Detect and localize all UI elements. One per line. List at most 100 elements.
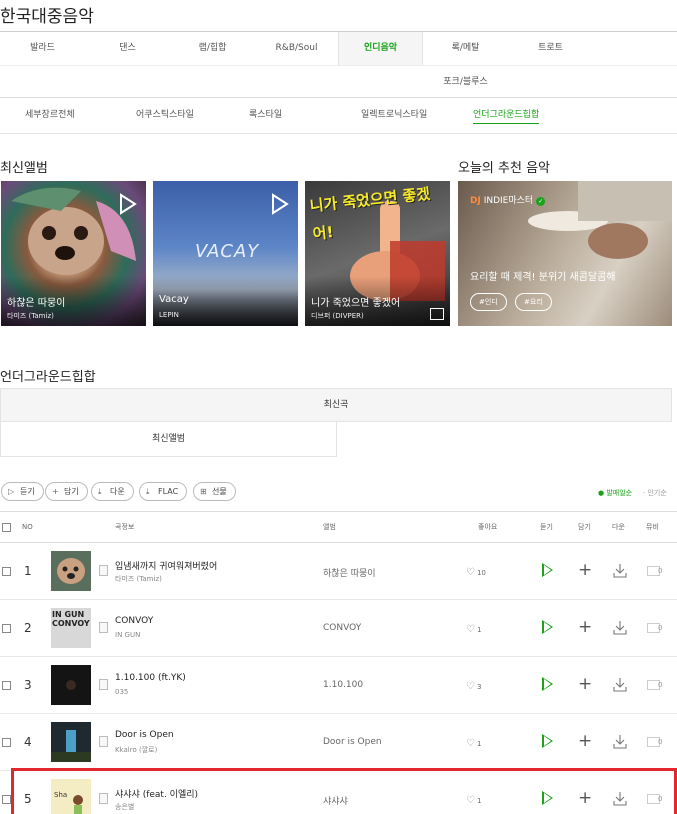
- sort-release[interactable]: ● 발매일순: [598, 488, 632, 498]
- album-name[interactable]: Vacay: [159, 294, 189, 305]
- tab-latest-albums[interactable]: 최신앨범: [0, 422, 337, 457]
- subgenre-rock[interactable]: 록스타일: [249, 98, 282, 132]
- col-likes: 좋아요: [478, 523, 498, 531]
- heart-icon: ♡: [466, 624, 475, 635]
- row-checkbox[interactable]: [2, 624, 11, 633]
- album-artist[interactable]: LEPIN: [159, 311, 179, 319]
- heart-icon: ♡: [466, 567, 475, 578]
- row-checkbox[interactable]: [2, 567, 11, 576]
- row-rank: 2: [24, 621, 32, 635]
- like-button[interactable]: ♡ 3: [466, 681, 481, 692]
- recommend-tag[interactable]: #인디: [470, 293, 507, 311]
- gift-label: 선물: [212, 487, 227, 496]
- song-artist[interactable]: 타미즈 (Tamiz): [115, 574, 162, 584]
- song-title[interactable]: CONVOY: [115, 616, 153, 626]
- play-icon[interactable]: [116, 193, 138, 215]
- underground-title: 언더그라운드힙합: [0, 370, 96, 385]
- like-button[interactable]: ♡ 1: [466, 738, 481, 749]
- subgenre-underground-hiphop[interactable]: 언더그라운드힙합: [473, 107, 540, 124]
- song-info-icon[interactable]: [99, 736, 108, 747]
- tab-genre-hiphop[interactable]: 랩/힙합: [170, 32, 255, 65]
- album-cover-text: VACAY: [195, 241, 260, 262]
- song-info-icon[interactable]: [99, 565, 108, 576]
- play-icon[interactable]: [542, 677, 553, 691]
- song-album[interactable]: 하찮은 따뭉이: [323, 566, 376, 579]
- album-name[interactable]: 니가 죽었으면 좋겠어: [311, 294, 400, 309]
- add-icon[interactable]: +: [578, 676, 592, 693]
- play-icon[interactable]: [542, 563, 553, 577]
- tab-genre-rock[interactable]: 록/메탈: [423, 32, 508, 65]
- song-artist[interactable]: IN GUN: [115, 631, 140, 639]
- select-all-checkbox[interactable]: [2, 523, 11, 532]
- song-title[interactable]: 1.10.100 (ft.YK): [115, 673, 186, 683]
- plus-icon: +: [52, 487, 59, 496]
- album-thumbnail[interactable]: [51, 551, 91, 591]
- song-album[interactable]: 1.10.100: [323, 680, 363, 690]
- col-download: 다운: [612, 523, 625, 531]
- recommend-dj[interactable]: DJ INDIE마스터 ✓: [470, 193, 546, 206]
- add-button[interactable]: + 담기: [45, 482, 88, 501]
- flac-button[interactable]: ⤓ FLAC: [139, 482, 188, 501]
- tab-genre-ballad[interactable]: 발라드: [0, 32, 85, 65]
- download-icon[interactable]: [613, 677, 627, 692]
- album-thumbnail[interactable]: [51, 665, 91, 705]
- tab-genre-trot[interactable]: 트로트: [508, 32, 593, 65]
- row-checkbox[interactable]: [2, 738, 11, 747]
- song-title[interactable]: 입냄새까지 귀여워져버렸어: [115, 559, 217, 572]
- song-title[interactable]: Door is Open: [115, 730, 174, 740]
- list-icon[interactable]: [430, 308, 444, 320]
- download-icon[interactable]: [613, 620, 627, 635]
- album-card[interactable]: 하찮은 따뭉이 타미즈 (Tamiz): [1, 181, 146, 326]
- play-icon[interactable]: [542, 734, 553, 748]
- like-button[interactable]: ♡ 1: [466, 624, 481, 635]
- song-info-icon[interactable]: [99, 622, 108, 633]
- play-icon[interactable]: [268, 193, 290, 215]
- song-album[interactable]: Door is Open: [323, 737, 382, 747]
- album-artist[interactable]: 디브퍼 (DIVPER): [311, 311, 364, 321]
- tab-genre-indie[interactable]: 인디음악: [338, 32, 423, 65]
- table-row[interactable]: 1 입냄새까지 귀여워져버렸어 타미즈 (Tamiz) 하찮은 따뭉이 ♡ 10 …: [0, 543, 677, 600]
- tab-genre-rnb[interactable]: R&B/Soul: [255, 32, 338, 65]
- download-icon[interactable]: [613, 563, 627, 578]
- album-card[interactable]: VACAY Vacay LEPIN: [153, 181, 298, 326]
- subgenre-acoustic[interactable]: 어쿠스틱스타일: [136, 98, 194, 132]
- album-thumbnail[interactable]: [51, 722, 91, 762]
- sort-popular[interactable]: · 인기순: [643, 488, 667, 498]
- download-icon[interactable]: [613, 734, 627, 749]
- row-checkbox[interactable]: [2, 795, 11, 804]
- table-row[interactable]: 3 1.10.100 (ft.YK) 035 1.10.100 ♡ 3 + 0: [0, 657, 677, 714]
- listen-button[interactable]: ▷ 듣기: [1, 482, 44, 501]
- table-row[interactable]: 2 IN GUN CONVOY CONVOY IN GUN CONVOY ♡ 1 …: [0, 600, 677, 657]
- add-icon[interactable]: +: [578, 733, 592, 750]
- genre-divider: [0, 65, 677, 66]
- add-icon[interactable]: +: [578, 562, 592, 579]
- play-icon[interactable]: [542, 620, 553, 634]
- like-button[interactable]: ♡ 10: [466, 567, 486, 578]
- download-icon: ⤓: [146, 487, 150, 496]
- song-artist[interactable]: Kkalro (깔로): [115, 745, 157, 755]
- row-checkbox[interactable]: [2, 681, 11, 690]
- album-thumbnail[interactable]: IN GUN CONVOY: [51, 608, 91, 648]
- subgenre-all[interactable]: 세부장르전체: [25, 98, 75, 132]
- album-name[interactable]: 하찮은 따뭉이: [7, 294, 65, 309]
- album-card[interactable]: 니가 죽었으면 좋겠어! 니가 죽었으면 좋겠어 디브퍼 (DIVPER): [305, 181, 450, 326]
- recommend-card[interactable]: DJ INDIE마스터 ✓ 요리할 때 제격! 분위기 새콤달콤해 #인디 #요…: [458, 181, 672, 326]
- album-artist[interactable]: 타미즈 (Tamiz): [7, 311, 54, 321]
- col-mv: 뮤비: [646, 523, 659, 531]
- song-info-icon[interactable]: [99, 679, 108, 690]
- tab-latest-songs[interactable]: 최신곡: [0, 388, 672, 422]
- add-icon[interactable]: +: [578, 619, 592, 636]
- subgenre-electronic[interactable]: 일렉트로닉스타일: [361, 98, 427, 132]
- gift-button[interactable]: ⊞ 선물: [193, 482, 236, 501]
- song-artist[interactable]: 035: [115, 688, 128, 696]
- like-count: 1: [476, 740, 482, 748]
- table-row[interactable]: 4 Door is Open Kkalro (깔로) Door is Open …: [0, 714, 677, 771]
- song-album[interactable]: CONVOY: [323, 623, 361, 633]
- tab-genre-folk[interactable]: 포크/블루스: [423, 65, 508, 99]
- download-button[interactable]: ⤓ 다운: [91, 482, 134, 501]
- verified-icon: ✓: [536, 197, 546, 206]
- tab-genre-dance[interactable]: 댄스: [85, 32, 170, 65]
- recommend-tag[interactable]: #요리: [515, 293, 552, 311]
- latest-albums-title: 최신앨범: [0, 161, 48, 176]
- sort-popular-label: 인기순: [647, 489, 667, 497]
